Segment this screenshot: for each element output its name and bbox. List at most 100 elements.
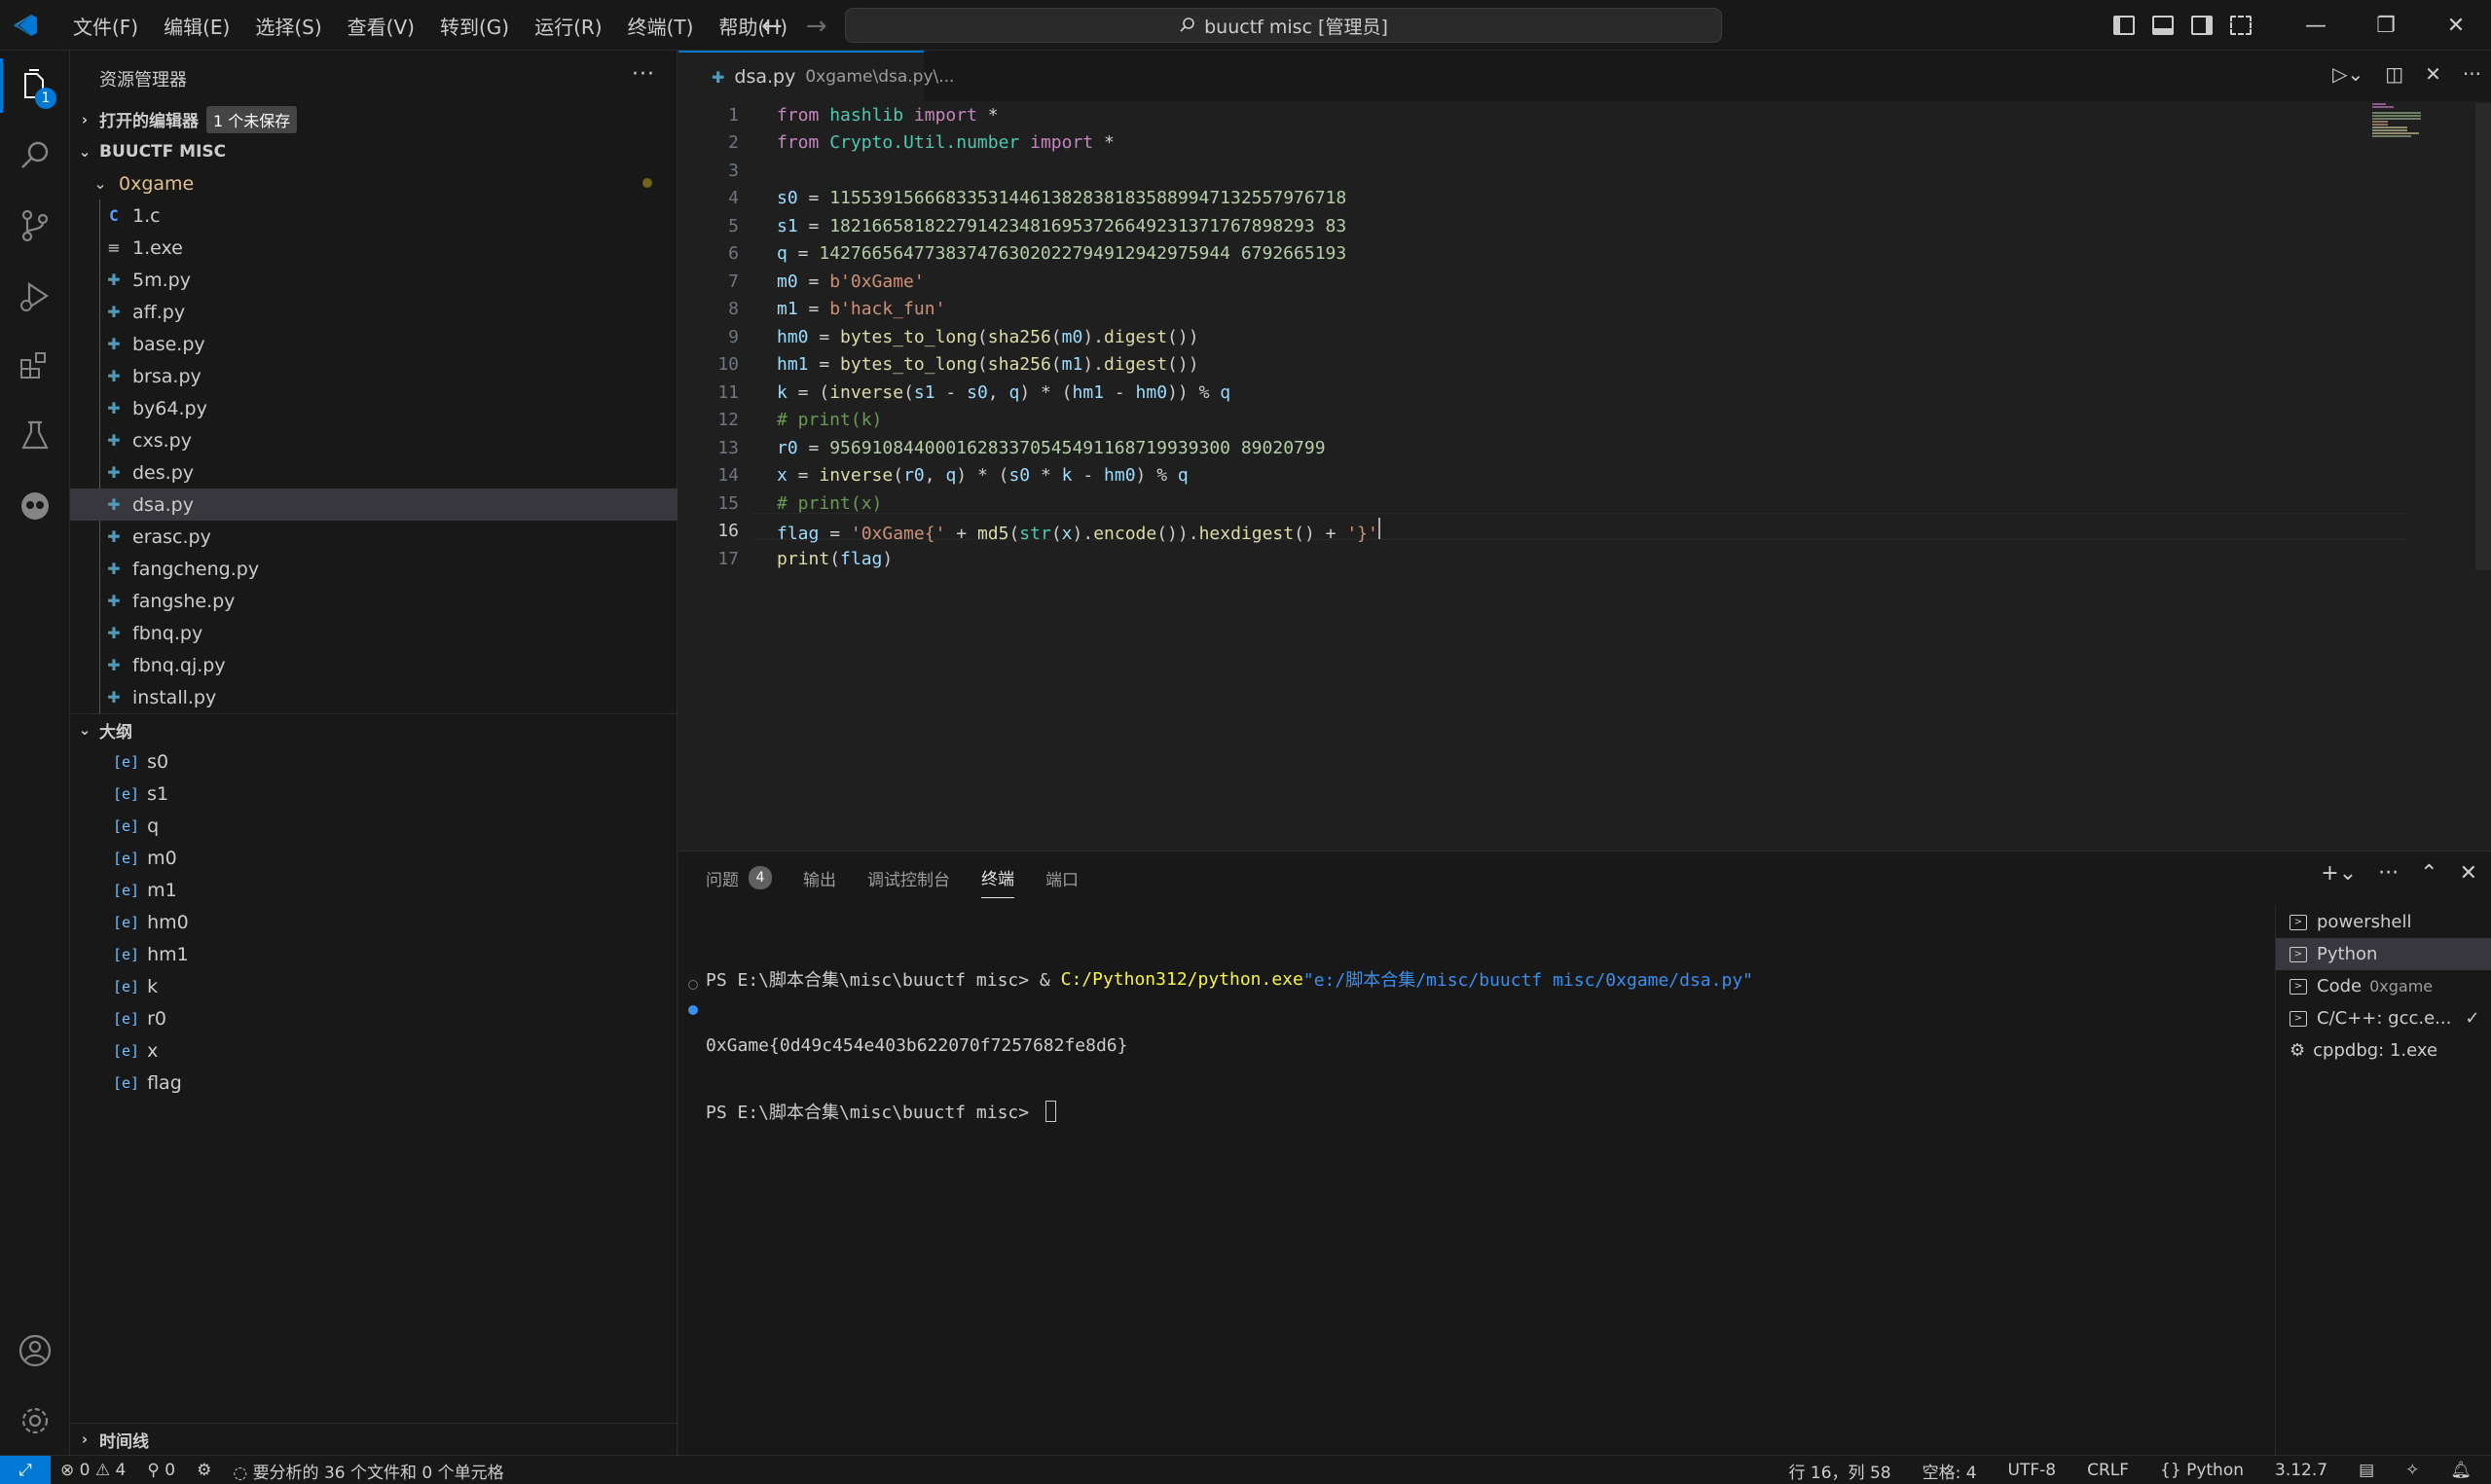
outline-item[interactable]: [e] x [70, 1034, 678, 1067]
menu-file[interactable]: 文件(F) [60, 12, 151, 40]
run-python-icon[interactable]: ▷⌄ [2332, 62, 2363, 86]
python-version[interactable]: 3.12.7 [2275, 1461, 2327, 1480]
file-item[interactable]: ✚ 5m.py [70, 264, 678, 296]
split-editor-icon[interactable]: ◫ [2385, 62, 2403, 86]
terminal-item-powershell[interactable]: > powershell [2276, 906, 2491, 938]
workspace-section[interactable]: ⌄ BUUCTF MISC [70, 135, 678, 167]
explorer-activity[interactable]: 1 [0, 51, 70, 121]
end-of-line[interactable]: CRLF [2087, 1461, 2129, 1480]
file-item[interactable]: C 1.c [70, 199, 678, 232]
indentation[interactable]: 空格: 4 [1923, 1459, 1977, 1483]
file-item[interactable]: ✚ cxs.py [70, 424, 678, 456]
close-editor-icon[interactable]: ✕ [2425, 62, 2441, 86]
cursor-position[interactable]: 行 16，列 58 [1789, 1459, 1891, 1483]
toggle-panel-icon[interactable] [2152, 16, 2174, 35]
file-item[interactable]: ✚ base.py [70, 328, 678, 360]
outline-item[interactable]: [e] m0 [70, 842, 678, 874]
file-item[interactable]: ✚ fangshe.py [70, 585, 678, 617]
menu-go[interactable]: 转到(G) [427, 12, 522, 40]
folder-0xgame[interactable]: ⌄ 0xgame [70, 167, 678, 199]
new-terminal-icon[interactable]: +⌄ [2321, 861, 2357, 886]
tab-debug-console[interactable]: 调试控制台 [867, 865, 950, 898]
tab-output[interactable]: 输出 [803, 865, 836, 898]
more-actions-icon[interactable]: ··· [632, 62, 655, 87]
command-center-search[interactable]: buuctf misc [管理员] [845, 8, 1722, 43]
menu-edit[interactable]: 编辑(E) [151, 12, 242, 40]
terminal-item-gcc[interactable]: > C/C++: gcc.e... ✓ [2276, 1002, 2491, 1034]
outline-item[interactable]: [e] m1 [70, 874, 678, 906]
source-control-activity[interactable] [0, 191, 70, 261]
command-decoration-icon[interactable] [688, 980, 698, 990]
terminal-item-python[interactable]: > Python [2276, 938, 2491, 970]
file-item[interactable]: ✚ erasc.py [70, 521, 678, 553]
timeline-section[interactable]: › 时间线 [70, 1423, 678, 1455]
tab-terminal[interactable]: 终端 [981, 865, 1014, 898]
analysis-status[interactable]: ◌ 要分析的 36 个文件和 0 个单元格 [233, 1459, 503, 1483]
outline-item[interactable]: [e] q [70, 810, 678, 842]
testing-activity[interactable] [0, 401, 70, 471]
minimap[interactable] [2372, 101, 2431, 140]
scrollbar-thumb[interactable] [2475, 103, 2491, 570]
tab-problems[interactable]: 问题 4 [706, 865, 772, 898]
minimize-button[interactable]: — [2281, 0, 2351, 51]
outline-item[interactable]: [e] s0 [70, 745, 678, 778]
editor-scrollbar[interactable] [2475, 101, 2491, 851]
menu-terminal[interactable]: 终端(T) [615, 12, 707, 40]
outline-item[interactable]: [e] hm1 [70, 938, 678, 970]
file-item[interactable]: ✚ fbnq.py [70, 617, 678, 649]
menu-view[interactable]: 查看(V) [335, 12, 427, 40]
file-item[interactable]: ✚ fangcheng.py [70, 553, 678, 585]
close-window-button[interactable]: ✕ [2421, 0, 2491, 51]
menu-selection[interactable]: 选择(S) [242, 12, 334, 40]
tab-dsa-py[interactable]: ✚ dsa.py 0xgame\dsa.py\... [678, 51, 954, 101]
file-item[interactable]: ✚ des.py [70, 456, 678, 489]
remote-indicator[interactable]: ⤢ [0, 1456, 51, 1484]
terminal-output[interactable]: PS E:\脚本合集\misc\buuctf misc> & C:/Python… [706, 925, 1753, 1165]
command-decoration-icon[interactable] [688, 1005, 698, 1015]
terminal-item-cppdbg[interactable]: ⚙ cppdbg: 1.exe [2276, 1034, 2491, 1067]
menu-run[interactable]: 运行(R) [522, 12, 615, 40]
terminal-item-code[interactable]: > Code 0xgame [2276, 970, 2491, 1002]
debug-status-icon[interactable]: ⚙ [197, 1461, 211, 1480]
ports-status[interactable]: ⚲ 0 [147, 1461, 175, 1480]
outline-item[interactable]: [e] flag [70, 1067, 678, 1099]
more-actions-icon[interactable]: ··· [2378, 861, 2399, 886]
forward-arrow-icon[interactable]: → [806, 12, 827, 41]
file-item[interactable]: ✚ aff.py [70, 296, 678, 328]
file-item[interactable]: ✚ install.py [70, 681, 678, 713]
back-arrow-icon[interactable]: ← [761, 12, 783, 41]
code-line: from hashlib import * [777, 104, 999, 126]
outline-item[interactable]: [e] hm0 [70, 906, 678, 938]
remote-activity[interactable] [0, 471, 70, 541]
language-mode[interactable]: {} Python [2160, 1461, 2244, 1480]
accounts-activity[interactable] [0, 1316, 70, 1386]
file-item-selected[interactable]: ✚ dsa.py [70, 489, 678, 521]
toggle-sidebar-icon[interactable] [2113, 16, 2135, 35]
maximize-panel-icon[interactable]: ⌃ [2420, 861, 2437, 886]
encoding[interactable]: UTF-8 [2008, 1461, 2057, 1480]
outline-item[interactable]: [e] k [70, 970, 678, 1002]
code-editor[interactable]: 1 from hashlib import * 2 from Crypto.Util… [678, 101, 2491, 851]
more-actions-icon[interactable]: ··· [2463, 62, 2481, 86]
restore-button[interactable]: ❐ [2351, 0, 2421, 51]
close-panel-icon[interactable]: ✕ [2460, 861, 2477, 886]
file-item[interactable]: ≡ 1.exe [70, 232, 678, 264]
copilot-status-icon[interactable]: ✧ [2405, 1461, 2419, 1480]
toggle-secondary-sidebar-icon[interactable] [2191, 16, 2213, 35]
open-editors-section[interactable]: › 打开的编辑器 1 个未保存 [70, 103, 678, 135]
outline-item[interactable]: [e] s1 [70, 778, 678, 810]
notifications-icon[interactable]: 🔔︎ [2450, 1461, 2472, 1480]
outline-item[interactable]: [e] r0 [70, 1002, 678, 1034]
extensions-activity[interactable] [0, 331, 70, 401]
customize-layout-icon[interactable] [2230, 16, 2252, 35]
file-item[interactable]: ✚ fbnq.qj.py [70, 649, 678, 681]
page-icon[interactable]: ▤ [2359, 1461, 2374, 1480]
search-activity[interactable] [0, 121, 70, 191]
file-item[interactable]: ✚ brsa.py [70, 360, 678, 392]
outline-section[interactable]: ⌄ 大纲 [70, 713, 678, 745]
problems-status[interactable]: ⊗ 0 ⚠ 4 [60, 1461, 126, 1480]
run-debug-activity[interactable] [0, 261, 70, 331]
tab-ports[interactable]: 端口 [1045, 865, 1079, 898]
settings-activity[interactable] [0, 1386, 70, 1456]
file-item[interactable]: ✚ by64.py [70, 392, 678, 424]
